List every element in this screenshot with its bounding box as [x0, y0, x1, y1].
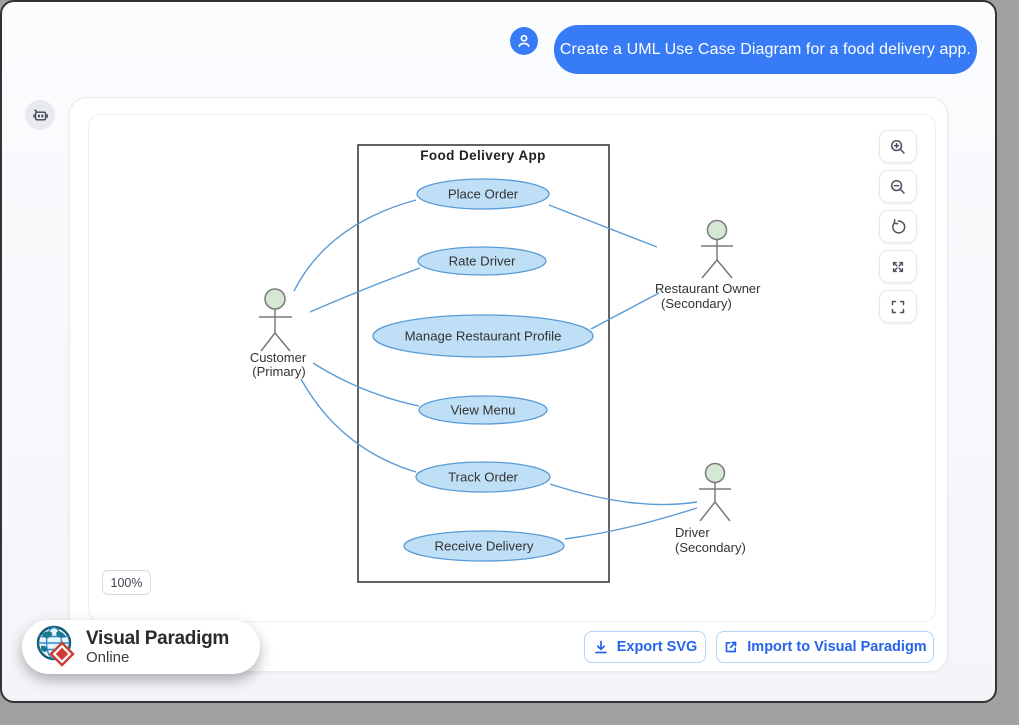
use-case-label: Rate Driver: [449, 254, 516, 269]
app-window: Create a UML Use Case Diagram for a food…: [0, 0, 997, 703]
zoom-out-button[interactable]: [879, 170, 917, 203]
zoom-in-icon: [889, 138, 907, 156]
use-case-view-menu[interactable]: View Menu: [419, 396, 547, 424]
reset-view-icon: [889, 218, 907, 236]
use-case-label: View Menu: [451, 403, 516, 418]
actor-name: Restaurant Owner: [655, 281, 761, 296]
zoom-out-icon: [889, 178, 907, 196]
robot-icon: [31, 106, 50, 125]
globe-logo-icon: [32, 622, 80, 672]
actor-name: Driver: [675, 525, 710, 540]
actor-role: (Secondary): [675, 540, 746, 555]
user-icon: [516, 33, 532, 49]
chat-message-text: Create a UML Use Case Diagram for a food…: [560, 41, 971, 59]
expand-icon: [889, 258, 907, 276]
download-icon: [593, 639, 609, 655]
bot-avatar: [25, 100, 55, 130]
reset-view-button[interactable]: [879, 210, 917, 243]
logo-name-text: Visual Paradigm: [86, 629, 229, 648]
actor-driver[interactable]: Driver (Secondary): [675, 464, 746, 556]
export-svg-label: Export SVG: [617, 639, 698, 655]
actor-role: (Secondary): [661, 296, 732, 311]
chat-user-message: Create a UML Use Case Diagram for a food…: [554, 25, 977, 74]
use-case-track-order[interactable]: Track Order: [416, 462, 550, 492]
expand-button[interactable]: [879, 250, 917, 283]
user-avatar: [510, 27, 538, 55]
actor-customer[interactable]: Customer (Primary): [250, 289, 307, 379]
zoom-level-text: 100%: [111, 576, 143, 590]
actor-restaurant-owner[interactable]: Restaurant Owner (Secondary): [655, 221, 761, 312]
actor-name: Customer: [250, 350, 307, 365]
zoom-in-button[interactable]: [879, 130, 917, 163]
zoom-level-badge: 100%: [102, 570, 151, 595]
use-case-label: Manage Restaurant Profile: [405, 329, 562, 344]
fullscreen-icon: [889, 298, 907, 316]
system-title: Food Delivery App: [420, 148, 546, 163]
actor-role: (Primary): [252, 364, 305, 379]
system-boundary[interactable]: Food Delivery App: [358, 145, 609, 582]
external-link-icon: [723, 639, 739, 655]
use-case-manage-restaurant-profile[interactable]: Manage Restaurant Profile: [373, 315, 593, 357]
use-case-place-order[interactable]: Place Order: [417, 179, 549, 209]
use-case-label: Track Order: [448, 470, 518, 485]
use-case-rate-driver[interactable]: Rate Driver: [418, 247, 546, 275]
logo-sub-text: Online: [86, 650, 229, 665]
import-to-visual-paradigm-button[interactable]: Import to Visual Paradigm: [716, 631, 934, 663]
use-case-receive-delivery[interactable]: Receive Delivery: [404, 531, 564, 561]
uml-use-case-diagram: Food Delivery App Place Order Rate Drive…: [237, 135, 792, 585]
use-case-label: Place Order: [448, 187, 519, 202]
export-svg-button[interactable]: Export SVG: [584, 631, 706, 663]
import-to-visual-paradigm-label: Import to Visual Paradigm: [747, 639, 926, 655]
visual-paradigm-logo[interactable]: Visual Paradigm Online: [22, 620, 260, 674]
fullscreen-button[interactable]: [879, 290, 917, 323]
use-case-label: Receive Delivery: [435, 539, 534, 554]
